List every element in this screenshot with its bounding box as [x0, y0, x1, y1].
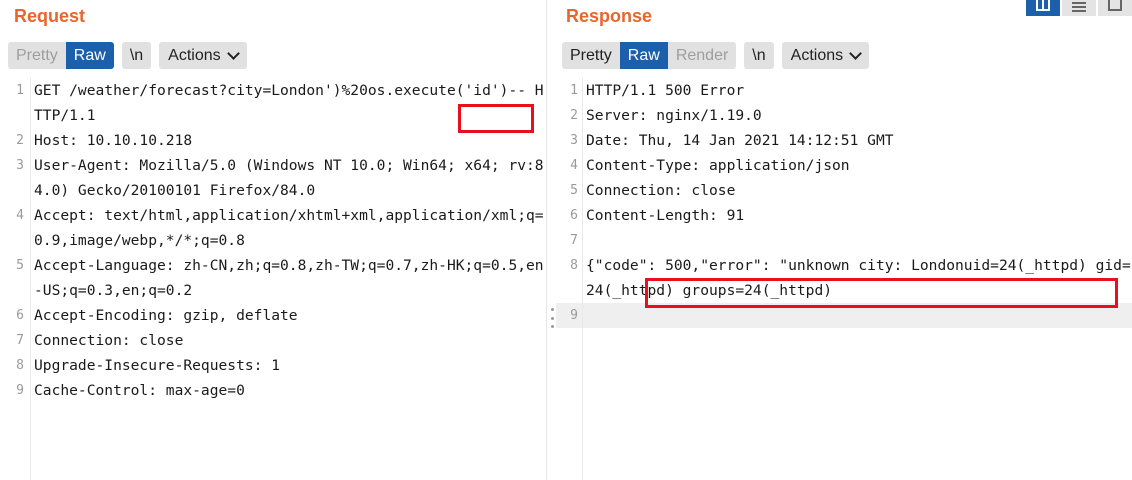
request-toolbar: Pretty Raw \n Actions [8, 42, 247, 69]
line-text [582, 228, 1132, 253]
response-editor[interactable]: 1 HTTP/1.1 500 Error 2 Server: nginx/1.1… [556, 78, 1132, 480]
request-view-tabs: Pretty Raw [8, 42, 114, 69]
line-text: Connection: close [586, 182, 736, 199]
layout-switcher [1024, 0, 1132, 16]
response-view-tabs: Pretty Raw Render [562, 42, 737, 69]
request-line: 7 Connection: close [0, 328, 546, 353]
line-text: {"code": 500,"error": "unknown city: Lon… [586, 257, 1131, 299]
line-text: Accept: text/html,application/xhtml+xml,… [34, 207, 544, 249]
line-text: User-Agent: Mozilla/5.0 (Windows NT 10.0… [34, 157, 544, 199]
response-pane: Response Pretty Raw Render \n Actions 1 … [556, 0, 1132, 480]
line-number: 7 [16, 333, 24, 348]
line-number: 4 [16, 208, 24, 223]
line-text: GET /weather/forecast?city=London')%20os… [34, 82, 544, 124]
line-number: 5 [570, 183, 578, 198]
line-text [582, 303, 1132, 328]
request-actions-label: Actions [168, 47, 221, 64]
response-tab-raw[interactable]: Raw [619, 42, 668, 69]
line-number: 9 [16, 383, 24, 398]
response-title: Response [566, 6, 653, 26]
http-message-editor: Request Pretty Raw \n Actions 1 GET /wea… [0, 0, 1132, 480]
line-number: 2 [16, 133, 24, 148]
line-text: Content-Length: 91 [586, 207, 745, 224]
line-text: Connection: close [34, 332, 184, 349]
response-tab-render[interactable]: Render [667, 42, 737, 69]
single-pane-button[interactable] [1098, 0, 1132, 16]
response-tab-pretty[interactable]: Pretty [562, 42, 620, 69]
line-number: 5 [16, 258, 24, 273]
line-text: Date: Thu, 14 Jan 2021 14:12:51 GMT [586, 132, 894, 149]
request-line: 6 Accept-Encoding: gzip, deflate [0, 303, 546, 328]
split-rows-button[interactable] [1062, 0, 1096, 16]
request-line: 4 Accept: text/html,application/xhtml+xm… [0, 203, 546, 253]
line-text: Accept-Encoding: gzip, deflate [34, 307, 298, 324]
line-number: 3 [570, 133, 578, 148]
line-number: 1 [16, 83, 24, 98]
response-line: 2 Server: nginx/1.19.0 [556, 103, 1132, 128]
response-actions-button[interactable]: Actions [781, 42, 870, 69]
request-line: 9 Cache-Control: max-age=0 [0, 378, 546, 403]
request-line: 1 GET /weather/forecast?city=London')%20… [0, 78, 546, 128]
line-number: 8 [16, 358, 24, 373]
line-number: 6 [16, 308, 24, 323]
line-number: 3 [16, 158, 24, 173]
response-toolbar: Pretty Raw Render \n Actions [562, 42, 870, 69]
line-text: Host: 10.10.10.218 [34, 132, 193, 149]
chevron-down-icon [226, 46, 240, 60]
line-number: 4 [570, 158, 578, 173]
line-text: Server: nginx/1.19.0 [586, 107, 762, 124]
request-newline-toggle[interactable]: \n [121, 42, 152, 69]
line-text: HTTP/1.1 500 Error [586, 82, 745, 99]
response-line: 5 Connection: close [556, 178, 1132, 203]
split-columns-icon [1036, 0, 1050, 11]
split-columns-button[interactable] [1026, 0, 1060, 16]
chevron-down-icon [849, 46, 862, 60]
request-tab-raw[interactable]: Raw [65, 42, 114, 69]
response-line: 6 Content-Length: 91 [556, 203, 1132, 228]
line-text: Upgrade-Insecure-Requests: 1 [34, 357, 281, 374]
request-pane: Request Pretty Raw \n Actions 1 GET /wea… [0, 0, 546, 480]
split-rows-icon [1072, 2, 1086, 4]
request-line: 5 Accept-Language: zh-CN,zh;q=0.8,zh-TW;… [0, 253, 546, 303]
response-gutter [582, 78, 583, 480]
line-number: 1 [570, 83, 578, 98]
line-number: 6 [570, 208, 578, 223]
single-pane-icon [1108, 0, 1122, 11]
request-line: 3 User-Agent: Mozilla/5.0 (Windows NT 10… [0, 153, 546, 203]
response-actions-label: Actions [790, 47, 844, 64]
response-line: 8 {"code": 500,"error": "unknown city: L… [556, 253, 1132, 303]
response-line-current: 9 [556, 303, 1132, 328]
response-line: 4 Content-Type: application/json [556, 153, 1132, 178]
response-line: 3 Date: Thu, 14 Jan 2021 14:12:51 GMT [556, 128, 1132, 153]
line-text: Cache-Control: max-age=0 [34, 382, 245, 399]
request-editor[interactable]: 1 GET /weather/forecast?city=London')%20… [0, 78, 546, 480]
drag-handle-icon[interactable] [550, 308, 554, 328]
line-number: 8 [570, 258, 578, 273]
request-line: 2 Host: 10.10.10.218 [0, 128, 546, 153]
request-gutter [30, 78, 31, 480]
response-newline-toggle[interactable]: \n [744, 42, 774, 69]
request-tab-pretty[interactable]: Pretty [8, 42, 66, 69]
line-number: 9 [570, 308, 578, 323]
pane-divider[interactable] [546, 0, 556, 480]
line-text: Content-Type: application/json [586, 157, 850, 174]
response-line: 1 HTTP/1.1 500 Error [556, 78, 1132, 103]
line-text: Accept-Language: zh-CN,zh;q=0.8,zh-TW;q=… [34, 257, 544, 299]
line-number: 2 [570, 108, 578, 123]
response-line: 7 [556, 228, 1132, 253]
request-line: 8 Upgrade-Insecure-Requests: 1 [0, 353, 546, 378]
request-actions-button[interactable]: Actions [159, 42, 247, 69]
request-title: Request [14, 6, 86, 26]
line-number: 7 [570, 233, 578, 248]
